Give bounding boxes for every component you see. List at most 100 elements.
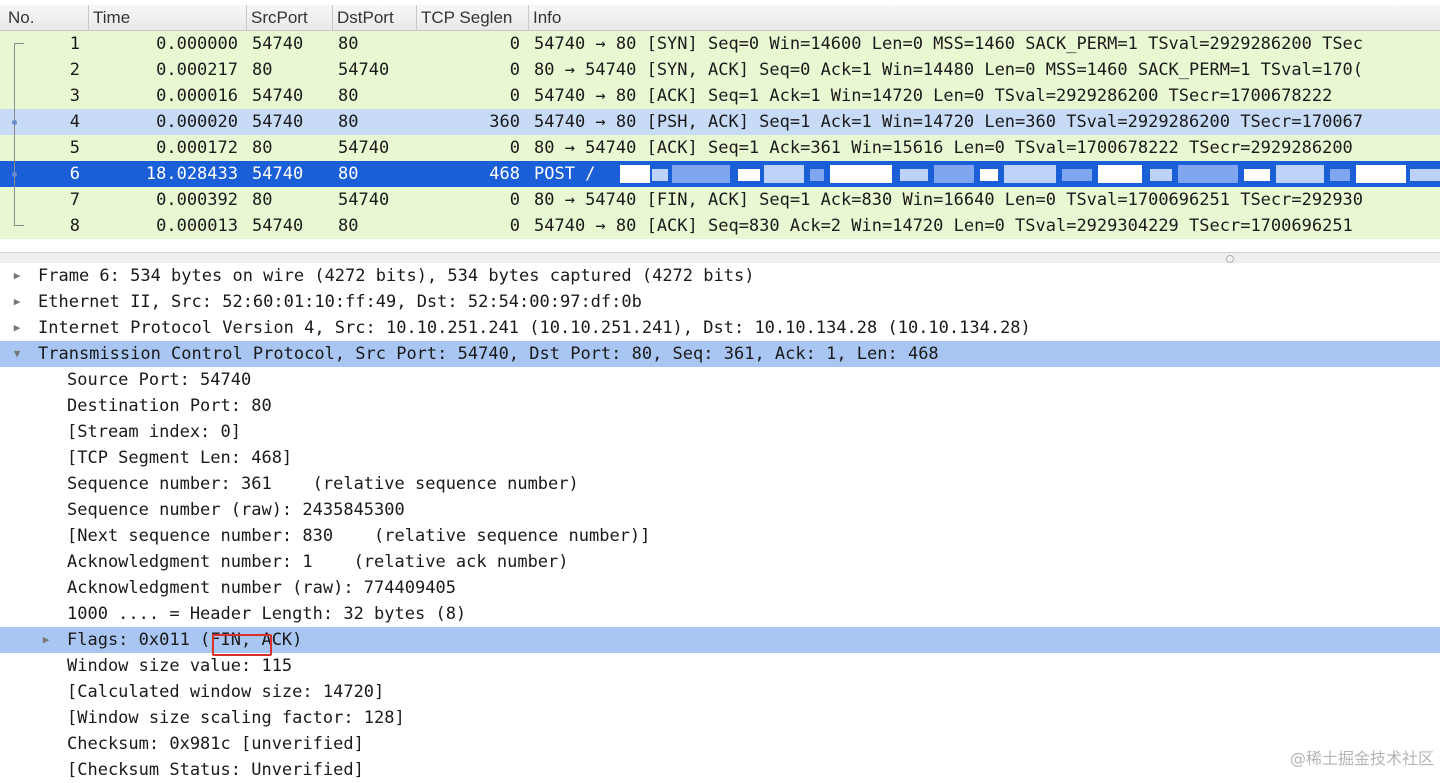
detail-row-text: [Checksum Status: Unverified] bbox=[67, 760, 364, 780]
detail-row[interactable]: [Checksum Status: Unverified] bbox=[0, 757, 1440, 783]
packet-info: 54740 → 80 [ACK] Seq=1 Ack=1 Win=14720 L… bbox=[534, 86, 1333, 106]
redacted-payload-block bbox=[1244, 169, 1270, 181]
detail-row[interactable]: 1000 .... = Header Length: 32 bytes (8) bbox=[0, 601, 1440, 627]
detail-row-text: Destination Port: 80 bbox=[67, 396, 272, 416]
packet-row[interactable]: 4 0.000020 54740 80 360 54740 → 80 [PSH, ACK]… bbox=[0, 109, 1440, 135]
packet-info: 54740 → 80 [SYN] Seq=0 Win=14600 Len=0 M… bbox=[534, 34, 1364, 54]
detail-row-text: Acknowledgment number: 1 (relative ack n… bbox=[67, 552, 569, 572]
redacted-payload-block bbox=[1330, 169, 1350, 181]
redacted-payload-block bbox=[1062, 169, 1092, 181]
detail-row-text: Sequence number (raw): 2435845300 bbox=[67, 500, 405, 520]
redacted-payload-block bbox=[1410, 169, 1440, 181]
packet-row[interactable]: 3 0.000016 54740 80 0 54740 → 80 [ACK] Seq=1 … bbox=[0, 83, 1440, 109]
column-header-no[interactable]: No. bbox=[8, 5, 34, 30]
redacted-payload-block bbox=[620, 165, 650, 183]
redacted-payload-block bbox=[1004, 165, 1056, 183]
packet-info: 54740 → 80 [PSH, ACK] Seq=1 Ack=1 Win=14… bbox=[534, 112, 1364, 132]
detail-row[interactable]: Acknowledgment number: 1 (relative ack n… bbox=[0, 549, 1440, 575]
detail-row-text: Checksum: 0x981c [unverified] bbox=[67, 734, 364, 754]
packet-seglen: 0 bbox=[509, 216, 520, 236]
column-header-dstport[interactable]: DstPort bbox=[332, 5, 417, 30]
packet-list: No. Time SrcPort DstPort TCP Seglen Info… bbox=[0, 0, 1440, 252]
packet-seglen: 468 bbox=[489, 164, 520, 184]
packet-info: 80 → 54740 [ACK] Seq=1 Ack=361 Win=15616… bbox=[534, 138, 1353, 158]
redacted-payload-block bbox=[1150, 169, 1172, 181]
detail-row[interactable]: ▶ Ethernet II, Src: 52:60:01:10:ff:49, Ds… bbox=[0, 289, 1440, 315]
redacted-payload-block bbox=[1276, 165, 1324, 183]
redacted-payload-block bbox=[830, 165, 892, 183]
column-header-seglen[interactable]: TCP Seglen bbox=[416, 5, 527, 30]
packet-row[interactable]: 2 0.000217 80 54740 0 80 → 54740 [SYN, ACK] S… bbox=[0, 57, 1440, 83]
detail-row[interactable]: Sequence number (raw): 2435845300 bbox=[0, 497, 1440, 523]
detail-row[interactable]: Source Port: 54740 bbox=[0, 367, 1440, 393]
detail-row[interactable]: [Window size scaling factor: 128] bbox=[0, 705, 1440, 731]
detail-row-text: Frame 6: 534 bytes on wire (4272 bits), … bbox=[38, 266, 755, 286]
column-header-info[interactable]: Info bbox=[528, 5, 1433, 30]
packet-seglen: 0 bbox=[509, 190, 520, 210]
detail-row-text: [Stream index: 0] bbox=[67, 422, 241, 442]
packet-info: 54740 → 80 [ACK] Seq=830 Ack=2 Win=14720… bbox=[534, 216, 1353, 236]
collapsed-triangle-icon[interactable]: ▶ bbox=[10, 263, 24, 289]
packet-seglen: 0 bbox=[509, 86, 520, 106]
conversation-bracket-bottom bbox=[14, 225, 24, 226]
detail-row-text: Sequence number: 361 (relative sequence … bbox=[67, 474, 579, 494]
detail-row[interactable]: [Calculated window size: 14720] bbox=[0, 679, 1440, 705]
redacted-payload-block bbox=[934, 165, 974, 183]
detail-row[interactable]: ▶ Frame 6: 534 bytes on wire (4272 bits),… bbox=[0, 263, 1440, 289]
expanded-triangle-icon[interactable]: ▼ bbox=[10, 341, 24, 367]
redacted-payload-block bbox=[810, 169, 824, 181]
packet-info: POST / bbox=[534, 164, 596, 184]
redacted-payload-block bbox=[672, 165, 730, 183]
packet-row[interactable]: 7 0.000392 80 54740 0 80 → 54740 [FIN, ACK] S… bbox=[0, 187, 1440, 213]
redacted-payload-block bbox=[1098, 165, 1142, 183]
collapsed-triangle-icon[interactable]: ▶ bbox=[10, 289, 24, 315]
packet-row[interactable]: 8 0.000013 54740 80 0 54740 → 80 [ACK] Seq=83… bbox=[0, 213, 1440, 239]
collapsed-triangle-icon[interactable]: ▶ bbox=[10, 315, 24, 341]
redacted-payload-block bbox=[980, 169, 998, 181]
detail-row-text: [Calculated window size: 14720] bbox=[67, 682, 385, 702]
detail-row-text: [Window size scaling factor: 128] bbox=[67, 708, 405, 728]
redacted-payload-block bbox=[900, 169, 928, 181]
packet-seglen: 0 bbox=[509, 60, 520, 80]
conversation-marker-icon bbox=[12, 120, 17, 125]
packet-list-header: No. Time SrcPort DstPort TCP Seglen Info bbox=[0, 5, 1440, 31]
detail-row-text: Window size value: 115 bbox=[67, 656, 293, 676]
column-header-time[interactable]: Time bbox=[88, 5, 243, 30]
packet-info: 80 → 54740 [SYN, ACK] Seq=0 Ack=1 Win=14… bbox=[534, 60, 1364, 80]
redacted-payload-block bbox=[1356, 165, 1406, 183]
conversation-bracket-top bbox=[14, 43, 24, 44]
detail-row-text: Internet Protocol Version 4, Src: 10.10.… bbox=[38, 318, 1031, 338]
detail-row[interactable]: Sequence number: 361 (relative sequence … bbox=[0, 471, 1440, 497]
detail-row-text: 1000 .... = Header Length: 32 bytes (8) bbox=[67, 604, 467, 624]
detail-row-text: Acknowledgment number (raw): 774409405 bbox=[67, 578, 456, 598]
conversation-marker-icon bbox=[12, 172, 17, 177]
redacted-payload-block bbox=[764, 165, 804, 183]
detail-row-text: [Next sequence number: 830 (relative seq… bbox=[67, 526, 651, 546]
detail-row[interactable]: [Stream index: 0] bbox=[0, 419, 1440, 445]
column-header-srcport[interactable]: SrcPort bbox=[246, 5, 331, 30]
splitter-handle-icon[interactable] bbox=[1226, 255, 1234, 263]
detail-row[interactable]: Checksum: 0x981c [unverified] bbox=[0, 731, 1440, 757]
detail-row[interactable]: Destination Port: 80 bbox=[0, 393, 1440, 419]
packet-seglen: 0 bbox=[509, 138, 520, 158]
detail-row[interactable]: [Next sequence number: 830 (relative seq… bbox=[0, 523, 1440, 549]
detail-row-text: [TCP Segment Len: 468] bbox=[67, 448, 293, 468]
collapsed-triangle-icon[interactable]: ▶ bbox=[39, 627, 53, 653]
watermark: @稀土掘金技术社区 bbox=[1289, 749, 1434, 768]
packet-row[interactable]: 5 0.000172 80 54740 0 80 → 54740 [ACK] Seq=1 … bbox=[0, 135, 1440, 161]
redacted-payload-block bbox=[738, 169, 760, 181]
fin-flag-annotation-box bbox=[212, 634, 272, 656]
conversation-bracket bbox=[14, 43, 15, 225]
detail-row[interactable]: Window size value: 115 bbox=[0, 653, 1440, 679]
packet-row[interactable]: 1 0.000000 54740 80 0 54740 → 80 [SYN] Seq=0 … bbox=[0, 31, 1440, 57]
detail-row[interactable]: ▼ Transmission Control Protocol, Src Port… bbox=[0, 341, 1440, 367]
detail-row[interactable]: [TCP Segment Len: 468] bbox=[0, 445, 1440, 471]
packet-detail-tree: ▶ Frame 6: 534 bytes on wire (4272 bits),… bbox=[0, 263, 1440, 780]
detail-row-text: Source Port: 54740 bbox=[67, 370, 252, 390]
packet-info: 80 → 54740 [FIN, ACK] Seq=1 Ack=830 Win=… bbox=[534, 190, 1364, 210]
detail-row[interactable]: Acknowledgment number (raw): 774409405 bbox=[0, 575, 1440, 601]
redacted-payload-block bbox=[652, 169, 668, 181]
detail-row-text: Transmission Control Protocol, Src Port:… bbox=[38, 344, 939, 364]
detail-row[interactable]: ▶ Internet Protocol Version 4, Src: 10.10… bbox=[0, 315, 1440, 341]
packet-row[interactable]: 6 18.028433 54740 80 468 POST / bbox=[0, 161, 1440, 187]
